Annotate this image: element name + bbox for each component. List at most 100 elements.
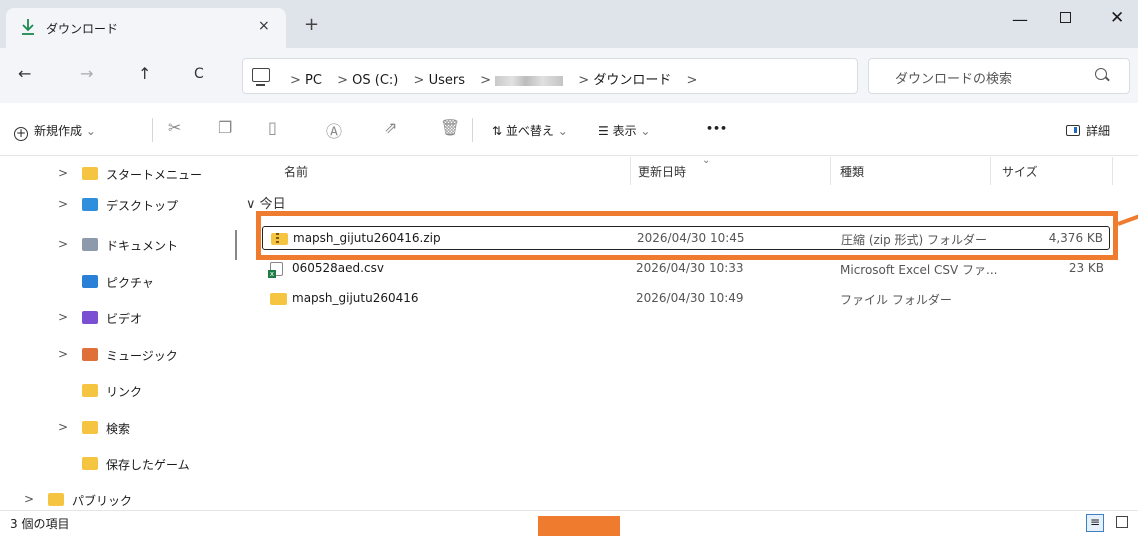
sort-indicator-icon: ⌄ <box>702 155 711 166</box>
sidebar-item-label: 保存したゲーム <box>106 458 190 472</box>
column-header-size[interactable]: サイズ <box>1002 163 1038 180</box>
sidebar-item[interactable]: ピクチャ <box>0 267 240 297</box>
plus-circle-icon: + <box>14 126 28 141</box>
group-header-today[interactable]: ∨ 今日 <box>246 193 286 212</box>
paste-icon[interactable]: ▯ <box>268 118 277 137</box>
chevron-right-icon[interactable]: > <box>58 166 68 180</box>
navigation-pane: > スタートメニュー > デスクトップ > ドキュメント ピクチャ > ビデオ > ミュージック リン… <box>0 157 246 509</box>
chevron-down-icon: ⌄ <box>640 124 651 138</box>
folder-icon <box>270 293 287 305</box>
chevron-right-icon[interactable]: > <box>58 347 68 361</box>
breadcrumb-separator: > <box>337 73 349 88</box>
file-row[interactable]: 060528aed.csv 2026/04/30 10:33 Microsoft… <box>262 257 1110 281</box>
address-bar[interactable]: > PC > OS (C:) > Users > > ダウンロード > <box>242 58 858 94</box>
new-button-label: 新規作成 <box>34 124 83 138</box>
column-header-modified[interactable]: 更新日時 <box>638 163 686 180</box>
minimize-button[interactable]: — <box>1012 10 1028 29</box>
sidebar-item[interactable]: > デスクトップ <box>0 190 240 220</box>
maximize-button[interactable] <box>1060 12 1071 23</box>
sidebar-item[interactable]: リンク <box>0 376 240 406</box>
search-box[interactable]: ダウンロードの検索 <box>868 58 1130 94</box>
tab-close-button[interactable]: × <box>258 18 270 34</box>
file-row[interactable]: mapsh_gijutu260416 2026/04/30 10:49 ファイル… <box>262 287 1110 311</box>
sidebar-item-label: ドキュメント <box>106 239 179 253</box>
sort-button[interactable]: ⇅ 並べ替え ⌄ <box>492 122 568 139</box>
cut-icon[interactable]: ✂ <box>168 118 181 137</box>
file-name: 060528aed.csv <box>292 261 384 275</box>
sidebar-item[interactable]: > ビデオ <box>0 303 240 333</box>
file-list: 名前 ⌄ 更新日時 種類 サイズ ∨ 今日 mapsh_gijutu260416… <box>246 155 1138 509</box>
new-tab-button[interactable]: + <box>304 16 319 34</box>
breadcrumb: > PC > OS (C:) > Users > > ダウンロード > <box>279 69 697 88</box>
sidebar-item-label: スタートメニュー <box>106 168 203 182</box>
file-size: 23 KB <box>1068 261 1104 275</box>
search-placeholder: ダウンロードの検索 <box>895 72 1013 87</box>
forward-button[interactable]: → <box>80 66 93 82</box>
searches-folder-icon <box>82 421 98 434</box>
details-label: 詳細 <box>1086 124 1111 138</box>
chevron-right-icon[interactable]: > <box>58 237 68 251</box>
view-list-icon: ☰ <box>598 124 613 138</box>
sidebar-item-label: リンク <box>106 385 143 399</box>
breadcrumb-downloads[interactable]: ダウンロード <box>593 73 671 88</box>
download-icon <box>22 19 34 35</box>
item-count: 3 個の項目 <box>10 517 70 531</box>
breadcrumb-drive[interactable]: OS (C:) <box>352 73 398 88</box>
file-date: 2026/04/30 10:49 <box>636 291 744 305</box>
share-icon[interactable]: ⇗ <box>384 118 397 137</box>
sidebar-item[interactable]: 保存したゲーム <box>0 449 240 479</box>
breadcrumb-separator: > <box>578 73 590 88</box>
breadcrumb-separator: > <box>413 73 425 88</box>
breadcrumb-pc[interactable]: PC <box>305 73 322 88</box>
back-button[interactable]: ← <box>18 66 31 82</box>
sidebar-item-label: ミュージック <box>106 349 178 363</box>
sidebar-item[interactable]: > ドキュメント <box>0 230 240 260</box>
view-label: 表示 <box>612 124 637 138</box>
column-header-name[interactable]: 名前 <box>284 163 308 180</box>
start-menu-folder-icon <box>82 167 98 180</box>
view-button[interactable]: ☰ 表示 ⌄ <box>598 122 650 139</box>
rename-icon[interactable]: Ⓐ <box>326 118 342 142</box>
documents-icon <box>82 238 98 251</box>
refresh-button[interactable]: C <box>194 66 204 82</box>
sidebar-item[interactable]: > 検索 <box>0 413 240 443</box>
new-button[interactable]: + 新規作成 ⌄ <box>14 122 96 141</box>
breadcrumb-username-redacted[interactable] <box>495 75 564 86</box>
breadcrumb-users[interactable]: Users <box>429 73 465 88</box>
public-folder-icon <box>48 493 64 506</box>
sidebar-item[interactable]: > ミュージック <box>0 340 240 370</box>
title-bar: ダウンロード × + — ✕ <box>0 0 1138 48</box>
chevron-right-icon[interactable]: > <box>24 492 34 506</box>
file-type: ファイル フォルダー <box>840 293 952 307</box>
chevron-right-icon[interactable]: > <box>58 197 68 211</box>
sidebar-item-label: ビデオ <box>106 312 143 326</box>
sidebar-scrollbar[interactable] <box>235 230 237 260</box>
chevron-down-icon: ⌄ <box>85 124 96 138</box>
file-name: mapsh_gijutu260416 <box>292 291 419 305</box>
pictures-icon <box>82 275 98 288</box>
command-bar: + 新規作成 ⌄ ✂ ❐ ▯ Ⓐ ⇗ 🗑 ⇅ 並べ替え ⌄ ☰ 表示 ⌄ ••• … <box>0 104 1138 156</box>
sidebar-item[interactable]: > スタートメニュー <box>0 159 240 189</box>
copy-icon[interactable]: ❐ <box>218 118 232 137</box>
tiles-view-button[interactable] <box>1116 516 1128 528</box>
chevron-right-icon[interactable]: > <box>58 310 68 324</box>
delete-icon[interactable]: 🗑 <box>440 118 460 137</box>
details-button[interactable]: 詳細 <box>1066 122 1110 139</box>
search-icon[interactable] <box>1095 68 1107 80</box>
desktop-icon <box>82 198 98 211</box>
close-window-button[interactable]: ✕ <box>1110 8 1124 28</box>
up-button[interactable]: ↑ <box>138 66 151 82</box>
chevron-right-icon[interactable]: > <box>58 420 68 434</box>
more-options-button[interactable]: ••• <box>706 122 727 135</box>
annotation-highlight-box <box>256 211 1118 260</box>
chevron-down-icon: ⌄ <box>557 124 568 138</box>
file-date: 2026/04/30 10:33 <box>636 261 744 275</box>
music-icon <box>82 348 98 361</box>
column-header-type[interactable]: 種類 <box>840 163 864 180</box>
tab-downloads[interactable]: ダウンロード × <box>6 8 286 48</box>
tab-title: ダウンロード <box>46 22 119 36</box>
details-view-button[interactable]: ≡ <box>1086 514 1104 532</box>
sidebar-item-label: パブリック <box>72 494 133 508</box>
column-divider <box>990 157 991 185</box>
saved-games-folder-icon <box>82 457 98 470</box>
